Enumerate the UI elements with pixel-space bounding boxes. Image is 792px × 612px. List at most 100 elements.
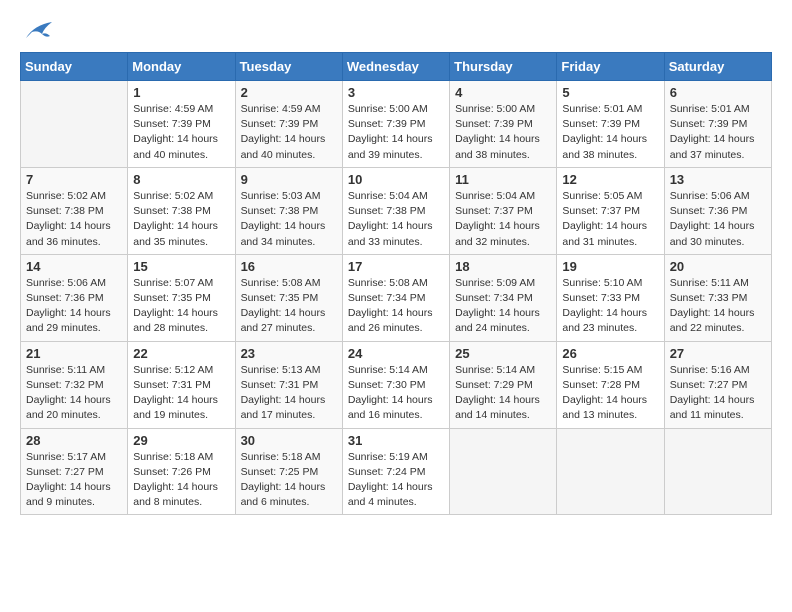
day-number: 9	[241, 172, 337, 187]
day-number: 18	[455, 259, 551, 274]
calendar-cell	[557, 428, 664, 515]
day-number: 4	[455, 85, 551, 100]
calendar-cell: 28 Sunrise: 5:17 AM Sunset: 7:27 PM Dayli…	[21, 428, 128, 515]
day-info: Sunrise: 5:17 AM Sunset: 7:27 PM Dayligh…	[26, 450, 122, 511]
calendar-cell	[21, 81, 128, 168]
calendar-day-header: Wednesday	[342, 53, 449, 81]
day-number: 27	[670, 346, 766, 361]
day-number: 19	[562, 259, 658, 274]
calendar-day-header: Tuesday	[235, 53, 342, 81]
calendar-cell: 9 Sunrise: 5:03 AM Sunset: 7:38 PM Daylig…	[235, 167, 342, 254]
day-number: 17	[348, 259, 444, 274]
day-info: Sunrise: 5:08 AM Sunset: 7:35 PM Dayligh…	[241, 276, 337, 337]
calendar-table: SundayMondayTuesdayWednesdayThursdayFrid…	[20, 52, 772, 515]
calendar-day-header: Friday	[557, 53, 664, 81]
day-info: Sunrise: 5:00 AM Sunset: 7:39 PM Dayligh…	[348, 102, 444, 163]
calendar-cell: 14 Sunrise: 5:06 AM Sunset: 7:36 PM Dayli…	[21, 254, 128, 341]
calendar-cell: 5 Sunrise: 5:01 AM Sunset: 7:39 PM Daylig…	[557, 81, 664, 168]
calendar-cell: 22Sunrise: 5:12 AM Sunset: 7:31 PM Dayli…	[128, 341, 235, 428]
day-info: Sunrise: 4:59 AM Sunset: 7:39 PM Dayligh…	[241, 102, 337, 163]
calendar-cell	[450, 428, 557, 515]
day-info: Sunrise: 5:09 AM Sunset: 7:34 PM Dayligh…	[455, 276, 551, 337]
calendar-cell: 15 Sunrise: 5:07 AM Sunset: 7:35 PM Dayli…	[128, 254, 235, 341]
logo	[20, 20, 56, 42]
day-number: 2	[241, 85, 337, 100]
day-info: Sunrise: 4:59 AM Sunset: 7:39 PM Dayligh…	[133, 102, 229, 163]
calendar-cell: 29 Sunrise: 5:18 AM Sunset: 7:26 PM Dayli…	[128, 428, 235, 515]
day-info: Sunrise: 5:08 AM Sunset: 7:34 PM Dayligh…	[348, 276, 444, 337]
calendar-cell: 16 Sunrise: 5:08 AM Sunset: 7:35 PM Dayli…	[235, 254, 342, 341]
calendar-cell: 1 Sunrise: 4:59 AM Sunset: 7:39 PM Daylig…	[128, 81, 235, 168]
calendar-cell: 20Sunrise: 5:11 AM Sunset: 7:33 PM Dayli…	[664, 254, 771, 341]
day-number: 14	[26, 259, 122, 274]
day-number: 5	[562, 85, 658, 100]
day-info: Sunrise: 5:18 AM Sunset: 7:26 PM Dayligh…	[133, 450, 229, 511]
calendar-cell: 6 Sunrise: 5:01 AM Sunset: 7:39 PM Daylig…	[664, 81, 771, 168]
day-number: 31	[348, 433, 444, 448]
calendar-day-header: Sunday	[21, 53, 128, 81]
day-info: Sunrise: 5:16 AM Sunset: 7:27 PM Dayligh…	[670, 363, 766, 424]
day-number: 6	[670, 85, 766, 100]
day-info: Sunrise: 5:13 AM Sunset: 7:31 PM Dayligh…	[241, 363, 337, 424]
day-number: 15	[133, 259, 229, 274]
calendar-cell	[664, 428, 771, 515]
calendar-cell: 4 Sunrise: 5:00 AM Sunset: 7:39 PM Daylig…	[450, 81, 557, 168]
calendar-cell: 18 Sunrise: 5:09 AM Sunset: 7:34 PM Dayli…	[450, 254, 557, 341]
day-info: Sunrise: 5:14 AM Sunset: 7:29 PM Dayligh…	[455, 363, 551, 424]
calendar-cell: 31 Sunrise: 5:19 AM Sunset: 7:24 PM Dayli…	[342, 428, 449, 515]
day-info: Sunrise: 5:01 AM Sunset: 7:39 PM Dayligh…	[562, 102, 658, 163]
day-info: Sunrise: 5:06 AM Sunset: 7:36 PM Dayligh…	[670, 189, 766, 250]
calendar-cell: 26Sunrise: 5:15 AM Sunset: 7:28 PM Dayli…	[557, 341, 664, 428]
calendar-cell: 7Sunrise: 5:02 AM Sunset: 7:38 PM Daylig…	[21, 167, 128, 254]
day-info: Sunrise: 5:18 AM Sunset: 7:25 PM Dayligh…	[241, 450, 337, 511]
calendar-cell: 19Sunrise: 5:10 AM Sunset: 7:33 PM Dayli…	[557, 254, 664, 341]
calendar-cell: 24 Sunrise: 5:14 AM Sunset: 7:30 PM Dayli…	[342, 341, 449, 428]
day-info: Sunrise: 5:06 AM Sunset: 7:36 PM Dayligh…	[26, 276, 122, 337]
day-number: 26	[562, 346, 658, 361]
calendar-cell: 12Sunrise: 5:05 AM Sunset: 7:37 PM Dayli…	[557, 167, 664, 254]
day-info: Sunrise: 5:02 AM Sunset: 7:38 PM Dayligh…	[26, 189, 122, 250]
day-number: 21	[26, 346, 122, 361]
day-info: Sunrise: 5:03 AM Sunset: 7:38 PM Dayligh…	[241, 189, 337, 250]
calendar-cell: 13 Sunrise: 5:06 AM Sunset: 7:36 PM Dayli…	[664, 167, 771, 254]
day-number: 10	[348, 172, 444, 187]
day-info: Sunrise: 5:12 AM Sunset: 7:31 PM Dayligh…	[133, 363, 229, 424]
calendar-cell: 21Sunrise: 5:11 AM Sunset: 7:32 PM Dayli…	[21, 341, 128, 428]
calendar-cell: 3 Sunrise: 5:00 AM Sunset: 7:39 PM Daylig…	[342, 81, 449, 168]
day-info: Sunrise: 5:05 AM Sunset: 7:37 PM Dayligh…	[562, 189, 658, 250]
day-info: Sunrise: 5:01 AM Sunset: 7:39 PM Dayligh…	[670, 102, 766, 163]
day-number: 29	[133, 433, 229, 448]
day-info: Sunrise: 5:14 AM Sunset: 7:30 PM Dayligh…	[348, 363, 444, 424]
day-number: 11	[455, 172, 551, 187]
day-info: Sunrise: 5:11 AM Sunset: 7:33 PM Dayligh…	[670, 276, 766, 337]
calendar-cell: 27 Sunrise: 5:16 AM Sunset: 7:27 PM Dayli…	[664, 341, 771, 428]
calendar-header-row: SundayMondayTuesdayWednesdayThursdayFrid…	[21, 53, 772, 81]
calendar-cell: 8Sunrise: 5:02 AM Sunset: 7:38 PM Daylig…	[128, 167, 235, 254]
calendar-cell: 17 Sunrise: 5:08 AM Sunset: 7:34 PM Dayli…	[342, 254, 449, 341]
calendar-cell: 25 Sunrise: 5:14 AM Sunset: 7:29 PM Dayli…	[450, 341, 557, 428]
day-info: Sunrise: 5:04 AM Sunset: 7:37 PM Dayligh…	[455, 189, 551, 250]
day-number: 1	[133, 85, 229, 100]
day-info: Sunrise: 5:07 AM Sunset: 7:35 PM Dayligh…	[133, 276, 229, 337]
day-number: 16	[241, 259, 337, 274]
calendar-cell: 2 Sunrise: 4:59 AM Sunset: 7:39 PM Daylig…	[235, 81, 342, 168]
day-info: Sunrise: 5:19 AM Sunset: 7:24 PM Dayligh…	[348, 450, 444, 511]
day-number: 23	[241, 346, 337, 361]
day-number: 13	[670, 172, 766, 187]
calendar-cell: 30 Sunrise: 5:18 AM Sunset: 7:25 PM Dayli…	[235, 428, 342, 515]
day-number: 28	[26, 433, 122, 448]
day-number: 8	[133, 172, 229, 187]
day-info: Sunrise: 5:00 AM Sunset: 7:39 PM Dayligh…	[455, 102, 551, 163]
day-number: 3	[348, 85, 444, 100]
calendar-week-row: 21Sunrise: 5:11 AM Sunset: 7:32 PM Dayli…	[21, 341, 772, 428]
calendar-week-row: 28 Sunrise: 5:17 AM Sunset: 7:27 PM Dayli…	[21, 428, 772, 515]
day-number: 30	[241, 433, 337, 448]
calendar-week-row: 7Sunrise: 5:02 AM Sunset: 7:38 PM Daylig…	[21, 167, 772, 254]
day-number: 24	[348, 346, 444, 361]
calendar-cell: 23 Sunrise: 5:13 AM Sunset: 7:31 PM Dayli…	[235, 341, 342, 428]
day-info: Sunrise: 5:04 AM Sunset: 7:38 PM Dayligh…	[348, 189, 444, 250]
day-number: 25	[455, 346, 551, 361]
calendar-cell: 10 Sunrise: 5:04 AM Sunset: 7:38 PM Dayli…	[342, 167, 449, 254]
calendar-cell: 11 Sunrise: 5:04 AM Sunset: 7:37 PM Dayli…	[450, 167, 557, 254]
calendar-day-header: Monday	[128, 53, 235, 81]
